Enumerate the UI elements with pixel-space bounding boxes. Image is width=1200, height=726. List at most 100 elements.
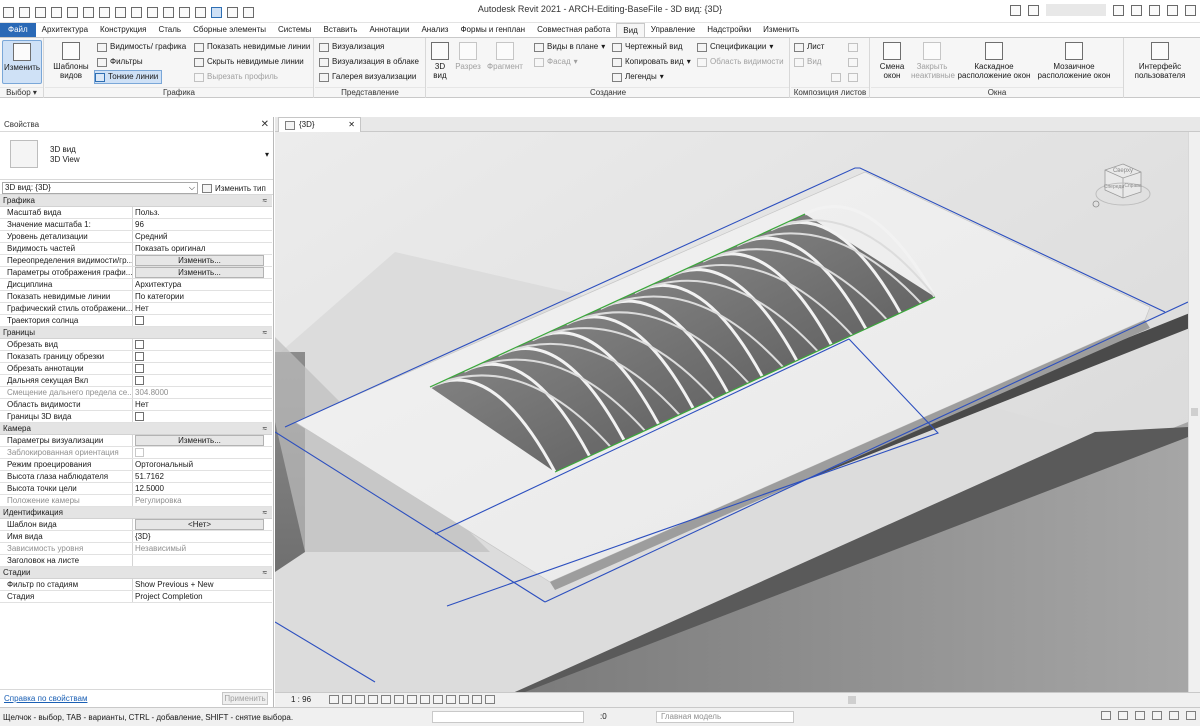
property-value-cell[interactable]: Показать оригинал	[133, 243, 272, 254]
vertical-scrollbar[interactable]	[1188, 132, 1200, 692]
select-underlay-icon[interactable]	[1118, 711, 1128, 720]
ribbon-tab-5[interactable]: Системы	[272, 23, 318, 37]
ribbon-tab-12[interactable]: Управление	[645, 23, 701, 37]
ribbon-tab-1[interactable]: Архитектура	[36, 23, 94, 37]
sheet-button[interactable]: Лист	[794, 41, 824, 53]
detail-level-icon[interactable]	[329, 695, 339, 704]
property-group-header[interactable]: Камера ≈	[0, 423, 272, 435]
property-checkbox[interactable]	[135, 376, 144, 385]
hide-hidden-lines-button[interactable]: Скрыть невидимые линии	[194, 56, 304, 68]
ribbon-tab-3[interactable]: Сталь	[152, 23, 187, 37]
view-tab-3d[interactable]: {3D} ✕	[278, 117, 361, 132]
select-by-face-icon[interactable]	[1152, 711, 1162, 720]
property-value-cell[interactable]: 12.5000	[133, 483, 272, 494]
property-value-cell[interactable]: Изменить...	[133, 267, 272, 278]
titleblock-button[interactable]	[848, 41, 858, 53]
collapse-icon[interactable]: ≈	[263, 423, 267, 435]
ribbon-tab-7[interactable]: Аннотации	[363, 23, 415, 37]
property-value-cell[interactable]	[133, 411, 272, 422]
maximize-icon[interactable]	[1167, 4, 1178, 16]
type-selector[interactable]: 3D вид 3D View ▾	[0, 132, 273, 180]
help-icon[interactable]	[1131, 4, 1142, 16]
schedules-button[interactable]: Спецификации ▾	[697, 41, 773, 53]
worksharing-icon[interactable]	[459, 695, 469, 704]
close-icon[interactable]: ✕	[261, 117, 269, 132]
property-value-cell[interactable]: <Нет>	[133, 519, 272, 530]
callout-button[interactable]: Фрагмент	[485, 40, 525, 71]
property-value-cell[interactable]	[133, 375, 272, 386]
collapse-icon[interactable]: ≈	[263, 507, 267, 519]
active-model-select[interactable]: Главная модель	[656, 711, 794, 723]
property-edit-button[interactable]: Изменить...	[135, 255, 264, 266]
workset-select[interactable]	[432, 711, 584, 723]
property-value-cell[interactable]: Ортогональный	[133, 459, 272, 470]
visual-style-icon[interactable]	[342, 695, 352, 704]
property-value-cell[interactable]: Архитектура	[133, 279, 272, 290]
apply-button[interactable]: Применить	[222, 692, 268, 705]
temp-hide-icon[interactable]	[433, 695, 443, 704]
highlight-icon[interactable]	[485, 695, 495, 704]
property-edit-button[interactable]: Изменить...	[135, 267, 264, 278]
render-gallery-button[interactable]: Галерея визуализации	[319, 71, 416, 83]
3d-model-view[interactable]: Сверху Спереди Справа	[275, 132, 1188, 692]
property-value-cell[interactable]: Нет	[133, 303, 272, 314]
property-value-cell[interactable]: Project Completion	[133, 591, 272, 602]
render-button[interactable]: Визуализация	[319, 41, 384, 53]
ribbon-tab-4[interactable]: Сборные элементы	[187, 23, 272, 37]
minimize-icon[interactable]	[1149, 4, 1160, 16]
user-interface-button[interactable]: Интерфейс пользователя	[1129, 40, 1191, 80]
property-value-cell[interactable]: 96	[133, 219, 272, 230]
legends-button[interactable]: Легенды ▾	[612, 71, 664, 83]
modify-button[interactable]: Изменить	[2, 40, 42, 84]
chevron-down-icon[interactable]: ▾	[265, 150, 269, 159]
close-inactive-button[interactable]: Закрыть неактивные	[911, 40, 955, 80]
ribbon-tab-13[interactable]: Надстройки	[701, 23, 757, 37]
property-checkbox[interactable]	[135, 352, 144, 361]
crop-region-icon[interactable]	[407, 695, 417, 704]
guide-grid-button[interactable]	[848, 71, 858, 83]
property-edit-button[interactable]: Изменить...	[135, 435, 264, 446]
close-icon[interactable]	[1185, 4, 1196, 16]
drafting-view-button[interactable]: Чертежный вид	[612, 41, 683, 53]
property-checkbox[interactable]	[135, 340, 144, 349]
tile-windows-button[interactable]: Мозаичное расположение окон	[1035, 40, 1113, 80]
vertical-scroll-thumb[interactable]	[1191, 408, 1198, 416]
select-links-icon[interactable]	[1101, 711, 1111, 720]
property-value-cell[interactable]: Изменить...	[133, 435, 272, 446]
revisions-button[interactable]	[848, 56, 858, 68]
scope-box-button[interactable]: Область видимости	[697, 56, 784, 68]
cut-profile-button[interactable]: Вырезать профиль	[194, 71, 278, 83]
property-value-cell[interactable]: По категории	[133, 291, 272, 302]
switch-windows-button[interactable]: Смена окон	[875, 40, 909, 80]
crop-view-icon[interactable]	[394, 695, 404, 704]
select-panel-title[interactable]: Выбор ▾	[0, 87, 43, 97]
ribbon-tab-0[interactable]: Файл	[0, 23, 36, 37]
property-checkbox[interactable]	[135, 412, 144, 421]
reveal-hidden-icon[interactable]	[446, 695, 456, 704]
drag-elements-icon[interactable]	[1169, 711, 1179, 720]
property-group-header[interactable]: Границы ≈	[0, 327, 272, 339]
view-scale[interactable]: 1 : 96	[291, 695, 311, 704]
user-icon[interactable]	[1028, 4, 1039, 16]
ribbon-tab-14[interactable]: Изменить	[757, 23, 805, 37]
filters-button[interactable]: Фильтры	[97, 56, 143, 68]
property-value-cell[interactable]	[133, 363, 272, 374]
property-group-header[interactable]: Идентификация ≈	[0, 507, 272, 519]
cart-icon[interactable]	[1113, 4, 1124, 16]
place-view-button[interactable]: Вид	[794, 56, 821, 68]
section-button[interactable]: Разрез	[453, 40, 483, 71]
property-value-cell[interactable]: 51.7162	[133, 471, 272, 482]
property-value-cell[interactable]: Польз.	[133, 207, 272, 218]
collapse-icon[interactable]: ≈	[263, 327, 267, 339]
show-hidden-lines-button[interactable]: Показать невидимые линии	[194, 41, 310, 53]
property-group-header[interactable]: Графика ≈	[0, 195, 272, 207]
properties-help-link[interactable]: Справка по свойствам	[4, 694, 87, 703]
user-name-box[interactable]	[1046, 4, 1106, 16]
cascade-windows-button[interactable]: Каскадное расположение окон	[955, 40, 1033, 80]
property-value-cell[interactable]: Нет	[133, 399, 272, 410]
render-dialog-icon[interactable]	[381, 695, 391, 704]
ribbon-tab-9[interactable]: Формы и генплан	[454, 23, 531, 37]
ribbon-tab-6[interactable]: Вставить	[318, 23, 364, 37]
filter-selection-icon[interactable]	[1186, 711, 1196, 720]
3d-view-button[interactable]: 3D вид	[429, 40, 451, 80]
